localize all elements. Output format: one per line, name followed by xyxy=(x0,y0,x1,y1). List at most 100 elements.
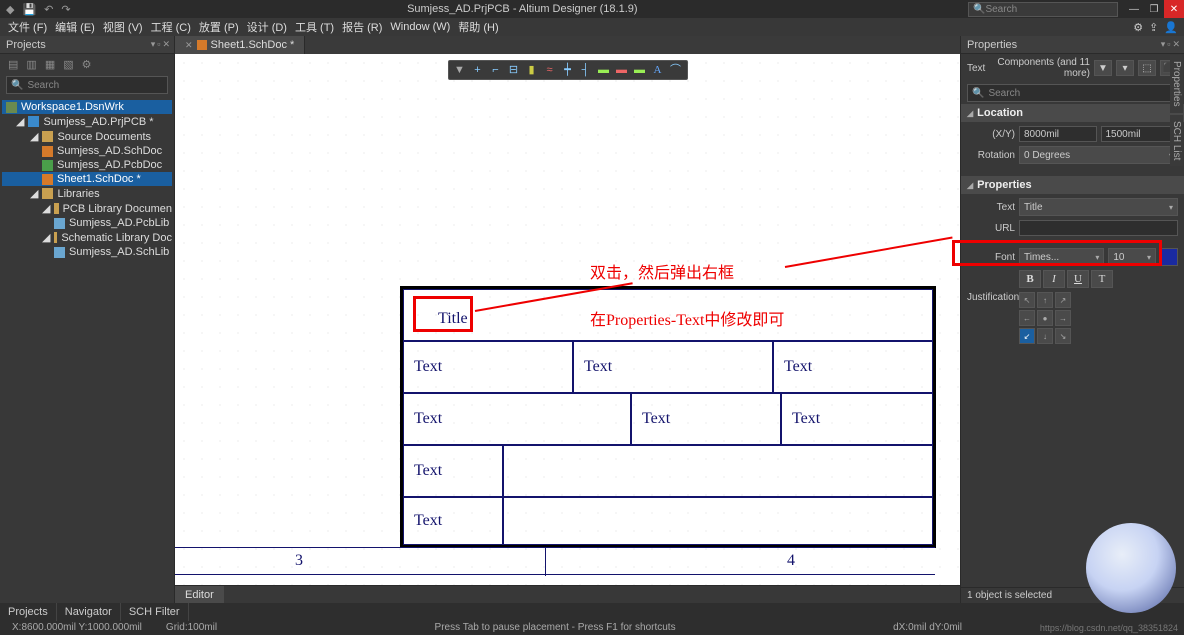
prop-font-name[interactable]: Times... xyxy=(1019,248,1104,266)
prop-rotation[interactable]: 0 Degrees xyxy=(1019,146,1178,164)
menu-edit[interactable]: 编辑 (E) xyxy=(53,19,97,35)
prop-font-size[interactable]: 10 xyxy=(1108,248,1156,266)
prop-font-color[interactable] xyxy=(1160,248,1178,266)
tool-icon[interactable]: ≈ xyxy=(543,63,557,77)
just-mc[interactable]: ● xyxy=(1037,310,1053,326)
prop-x[interactable]: 8000mil xyxy=(1019,126,1097,142)
tab-navigator[interactable]: Navigator xyxy=(57,603,121,621)
cell-empty[interactable] xyxy=(503,497,933,545)
tool-icon[interactable]: ⌐ xyxy=(489,63,503,77)
tab-editor[interactable]: Editor xyxy=(175,586,224,603)
save-icon[interactable]: 💾 xyxy=(22,3,36,16)
just-tr[interactable]: ↗ xyxy=(1055,292,1071,308)
properties-search[interactable]: 🔍Search xyxy=(967,84,1178,102)
maximize-button[interactable]: ❐ xyxy=(1144,0,1164,18)
just-bc[interactable]: ↓ xyxy=(1037,328,1053,344)
tree-workspace[interactable]: Workspace1.DsnWrk xyxy=(2,100,172,114)
strike-button[interactable]: T xyxy=(1091,270,1113,288)
toolbar-icon[interactable]: ▦ xyxy=(45,58,55,71)
cell-text[interactable]: Text xyxy=(403,445,503,497)
tool-icon[interactable]: ⌒ xyxy=(669,63,683,77)
tool-icon[interactable]: ▬ xyxy=(633,63,647,77)
tree-schdoc[interactable]: Sumjess_AD.SchDoc xyxy=(2,144,172,158)
prop-text-select[interactable]: Title xyxy=(1019,198,1178,216)
tree-pcblib-folder[interactable]: ◢PCB Library Documen xyxy=(2,201,172,216)
tree-schlib-folder[interactable]: ◢Schematic Library Doc xyxy=(2,230,172,245)
cell-empty[interactable] xyxy=(503,445,933,497)
tree-pcblib[interactable]: Sumjess_AD.PcbLib xyxy=(2,216,172,230)
just-ml[interactable]: ← xyxy=(1019,310,1035,326)
filter-funnel-icon[interactable]: ▼ xyxy=(1094,60,1112,76)
cell-text[interactable]: Text xyxy=(631,393,781,445)
tool-icon[interactable]: ┤ xyxy=(579,63,593,77)
bold-button[interactable]: B xyxy=(1019,270,1041,288)
menu-window[interactable]: Window (W) xyxy=(388,21,452,33)
document-area: ✕ Sheet1.SchDoc * ▼ + ⌐ ⊟ ▮ ≈ ┿ ┤ ▬ ▬ ▬ … xyxy=(175,36,960,603)
just-br[interactable]: ↘ xyxy=(1055,328,1071,344)
undo-icon[interactable]: ↶ xyxy=(44,3,53,16)
just-bl[interactable]: ↙ xyxy=(1019,328,1035,344)
underline-button[interactable]: U xyxy=(1067,270,1089,288)
tab-projects[interactable]: Projects xyxy=(0,603,57,621)
section-location[interactable]: Location xyxy=(961,104,1184,122)
cell-text[interactable]: Text xyxy=(403,341,573,393)
menu-file[interactable]: 文件 (F) xyxy=(6,19,49,35)
cell-text[interactable]: Text xyxy=(573,341,773,393)
filter-drop-icon[interactable]: ▾ xyxy=(1116,60,1134,76)
tool-icon[interactable]: + xyxy=(471,63,485,77)
menu-project[interactable]: 工程 (C) xyxy=(149,19,193,35)
tool-icon[interactable]: ┿ xyxy=(561,63,575,77)
side-tab-schlist[interactable]: SCH List xyxy=(1170,115,1183,166)
toolbar-icon[interactable]: ⚙ xyxy=(82,58,92,71)
cell-text[interactable]: Text xyxy=(781,393,933,445)
cell-text[interactable]: Text xyxy=(403,393,631,445)
tree-libraries[interactable]: ◢Libraries xyxy=(2,186,172,201)
menu-view[interactable]: 视图 (V) xyxy=(101,19,145,35)
toolbar-icon[interactable]: ▤ xyxy=(8,58,18,71)
share-icon[interactable]: ⇪ xyxy=(1149,21,1158,34)
tool-icon[interactable]: ▬ xyxy=(597,63,611,77)
close-tab-icon[interactable]: ✕ xyxy=(185,40,193,51)
section-properties[interactable]: Properties xyxy=(961,176,1184,194)
just-mr[interactable]: → xyxy=(1055,310,1071,326)
doc-tab-sheet1[interactable]: ✕ Sheet1.SchDoc * xyxy=(175,36,305,54)
menu-reports[interactable]: 报告 (R) xyxy=(340,19,384,35)
just-tl[interactable]: ↖ xyxy=(1019,292,1035,308)
tool-icon[interactable]: ▮ xyxy=(525,63,539,77)
editor-tabs: Editor xyxy=(175,585,960,603)
prop-url[interactable] xyxy=(1019,220,1178,236)
menu-place[interactable]: 放置 (P) xyxy=(197,19,241,35)
tree-pcbdoc[interactable]: Sumjess_AD.PcbDoc xyxy=(2,158,172,172)
tool-icon[interactable]: ▬ xyxy=(615,63,629,77)
gear-icon[interactable]: ⚙ xyxy=(1133,21,1143,34)
tab-schfilter[interactable]: SCH Filter xyxy=(121,603,189,621)
page-num-3: 3 xyxy=(295,552,303,570)
toolbar-icon[interactable]: ▥ xyxy=(26,58,36,71)
cell-text[interactable]: Text xyxy=(773,341,933,393)
filter-mode-icon[interactable]: ⬚ xyxy=(1138,60,1156,76)
tree-schlib[interactable]: Sumjess_AD.SchLib xyxy=(2,245,172,259)
side-tab-properties[interactable]: Properties xyxy=(1170,55,1183,113)
menu-help[interactable]: 帮助 (H) xyxy=(456,19,500,35)
minimize-button[interactable]: — xyxy=(1124,0,1144,18)
tree-source-docs[interactable]: ◢Source Documents xyxy=(2,129,172,144)
menu-tools[interactable]: 工具 (T) xyxy=(293,19,336,35)
tree-project[interactable]: ◢Sumjess_AD.PrjPCB * xyxy=(2,114,172,129)
projects-search[interactable]: 🔍Search xyxy=(6,76,168,94)
tree-sheet1[interactable]: Sheet1.SchDoc * xyxy=(2,172,172,186)
close-button[interactable]: ✕ xyxy=(1164,0,1184,18)
prop-y[interactable]: 1500mil xyxy=(1101,126,1179,142)
menu-design[interactable]: 设计 (D) xyxy=(245,19,289,35)
tool-icon[interactable]: ⊟ xyxy=(507,63,521,77)
title-text[interactable]: Title xyxy=(428,304,478,334)
schematic-canvas[interactable]: ▼ + ⌐ ⊟ ▮ ≈ ┿ ┤ ▬ ▬ ▬ A ⌒ Title xyxy=(175,54,960,585)
cell-text[interactable]: Text xyxy=(403,497,503,545)
redo-icon[interactable]: ↷ xyxy=(61,3,70,16)
user-icon[interactable]: 👤 xyxy=(1164,21,1178,34)
italic-button[interactable]: I xyxy=(1043,270,1065,288)
text-tool-icon[interactable]: A xyxy=(651,63,665,77)
just-tc[interactable]: ↑ xyxy=(1037,292,1053,308)
filter-icon[interactable]: ▼ xyxy=(453,63,467,77)
toolbar-icon[interactable]: ▧ xyxy=(63,58,73,71)
titlebar-search[interactable]: 🔍Search xyxy=(968,2,1118,17)
